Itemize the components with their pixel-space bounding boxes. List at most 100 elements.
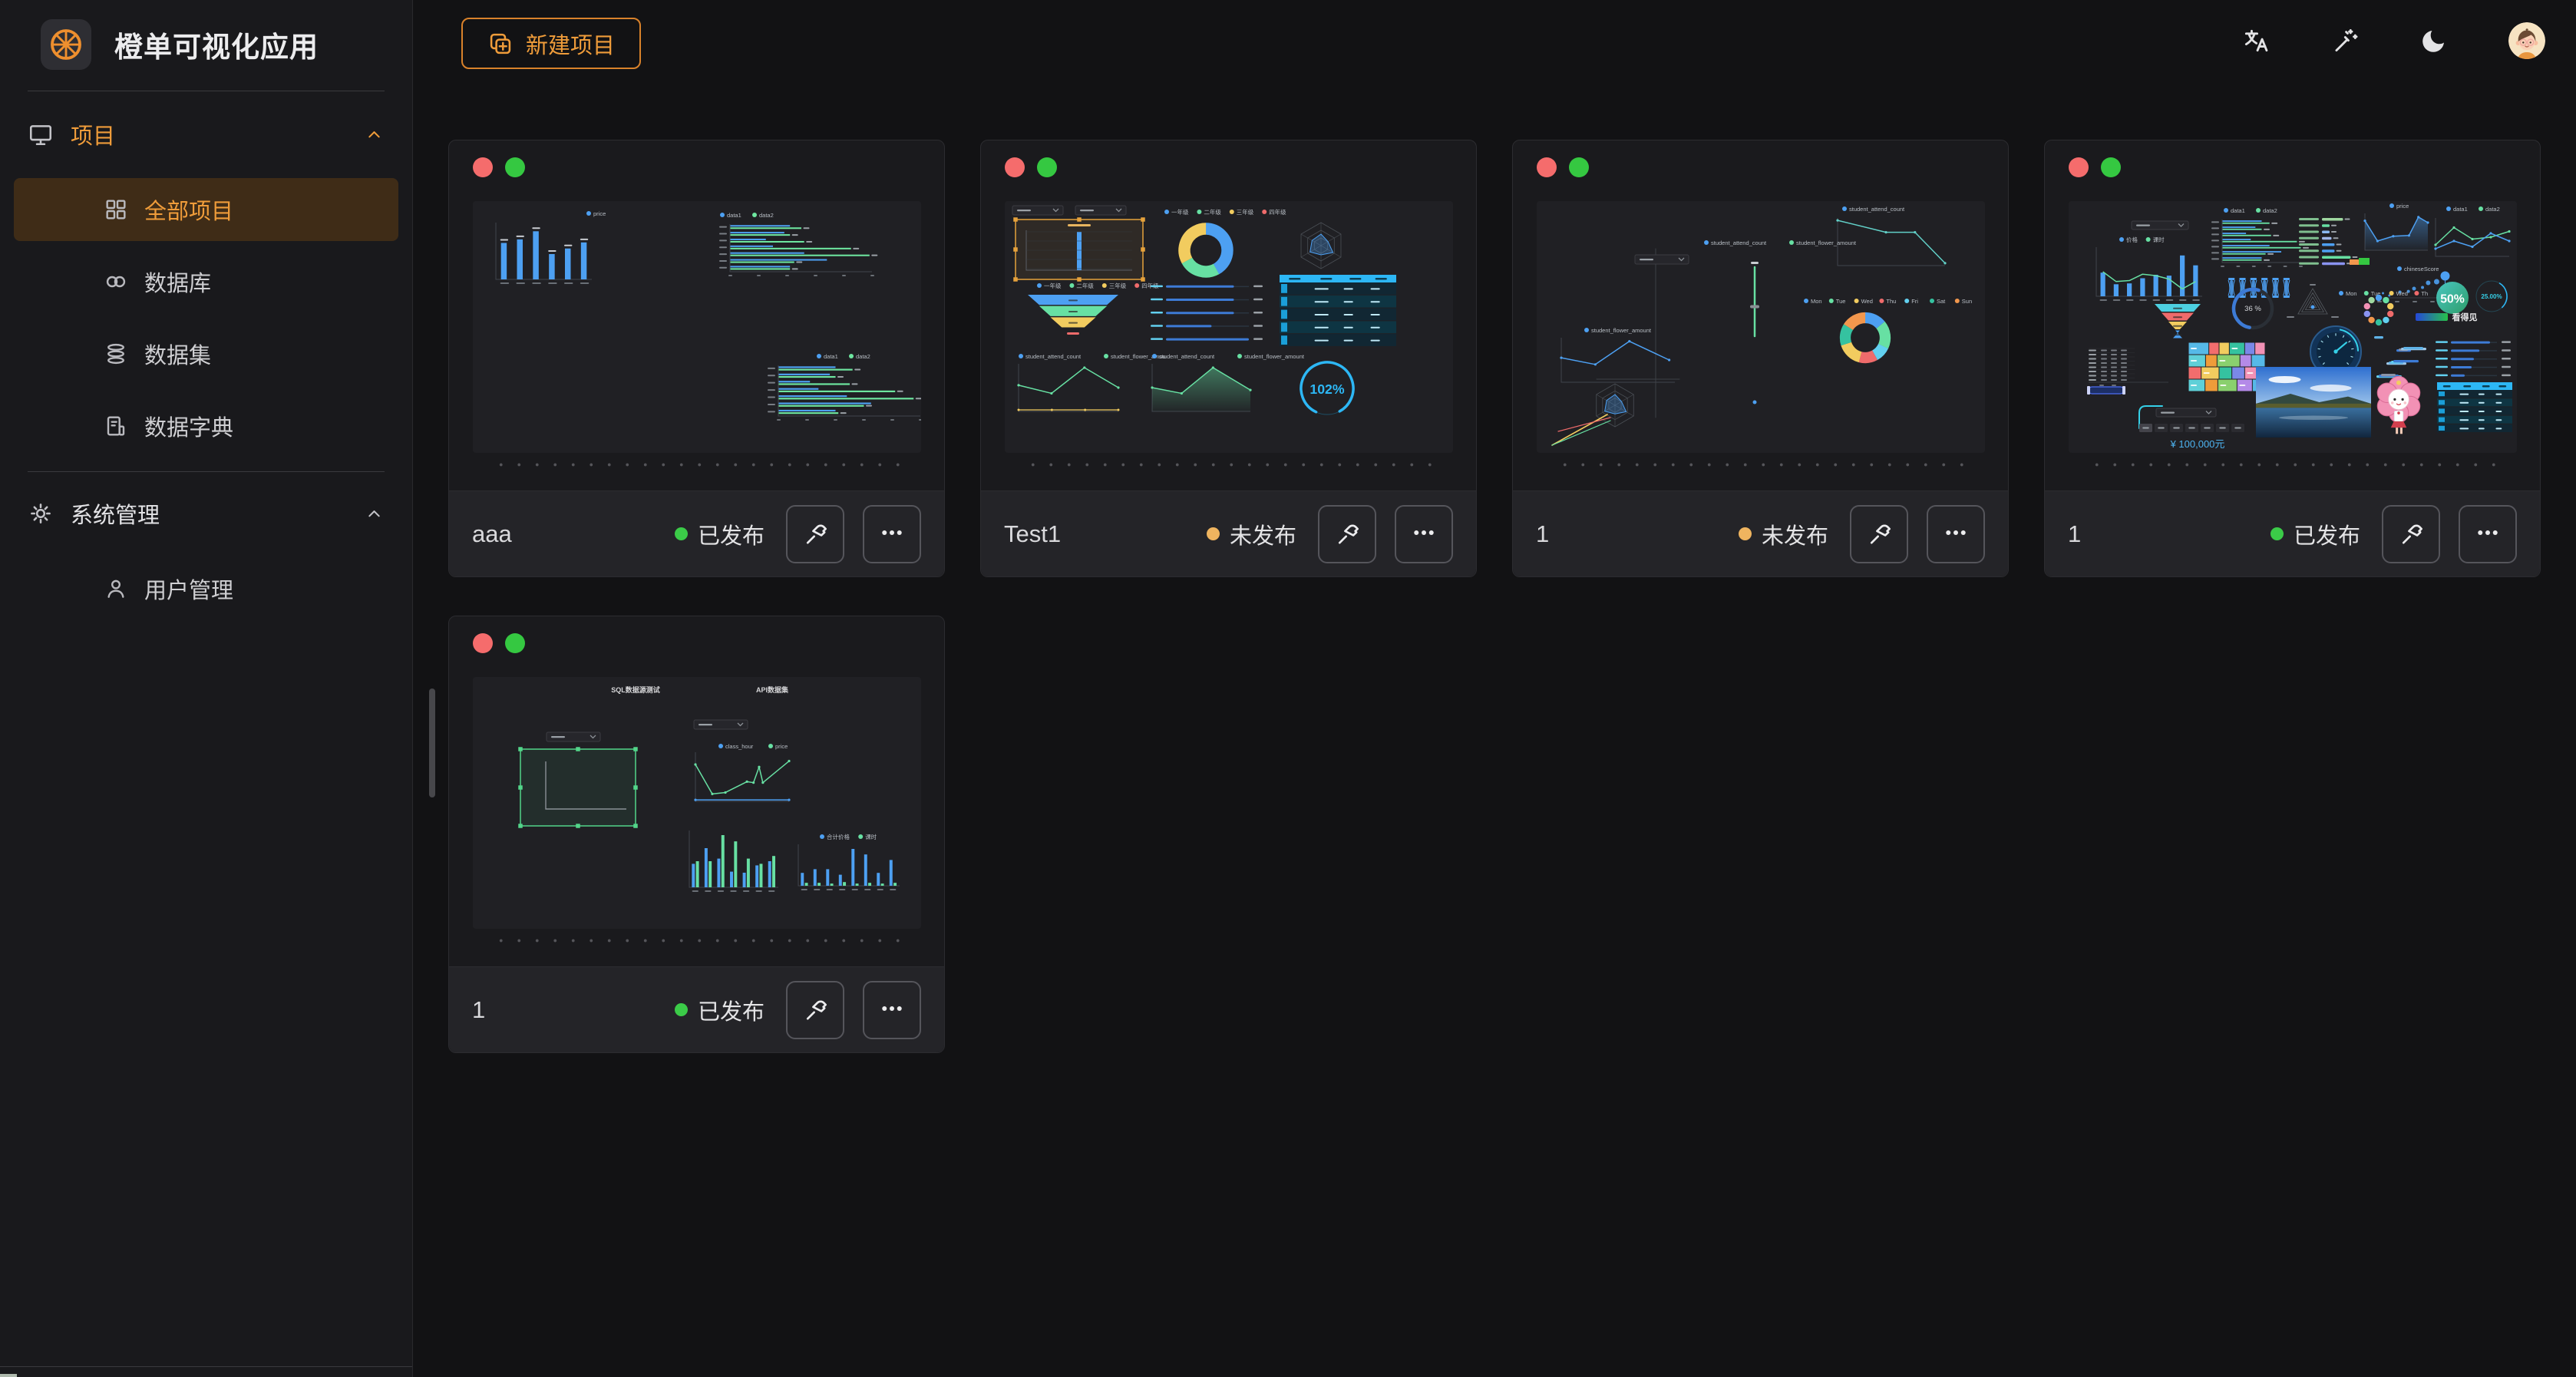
thumbnail-sketch: pricedata1data2data1data2: [473, 201, 921, 453]
project-card[interactable]: SQL数据源测试API数据集class_hourprice合计价格课时1已发布: [448, 616, 945, 1053]
app-header: 橙单可视化应用: [0, 0, 412, 70]
ellipsis-icon: [878, 995, 906, 1025]
new-project-button[interactable]: 新建项目: [461, 18, 641, 69]
svg-text:data1: data1: [824, 353, 838, 360]
status-label: 未发布: [1230, 518, 1296, 550]
edit-project-button[interactable]: [2382, 505, 2440, 563]
card-dot-red: [2069, 157, 2089, 177]
thumbnail-sketch: 一年级二年级三年级四年级一年级二年级三年级四年级student_attend_c…: [1005, 201, 1453, 453]
status-badge: 未发布: [1739, 518, 1828, 550]
status-dot: [675, 527, 688, 540]
svg-text:102%: 102%: [1309, 381, 1344, 397]
svg-text:data2: data2: [2263, 207, 2277, 214]
svg-text:Wed: Wed: [1861, 298, 1873, 305]
sidebar-item-databases[interactable]: 数据库: [14, 250, 398, 313]
edit-project-button[interactable]: [786, 981, 844, 1039]
svg-text:Thu: Thu: [1886, 298, 1896, 305]
svg-text:50%: 50%: [2440, 292, 2465, 305]
svg-text:class_hour: class_hour: [725, 743, 754, 750]
more-actions-button[interactable]: [2459, 505, 2517, 563]
status-dot: [1207, 527, 1220, 540]
thumbnail-sketch: SQL数据源测试API数据集class_hourprice合计价格课时: [473, 677, 921, 929]
svg-text:data2: data2: [2485, 206, 2500, 213]
sidebar-item-all-projects[interactable]: 全部项目: [14, 178, 398, 241]
card-dot-green: [1569, 157, 1589, 177]
project-title: Test1: [1004, 520, 1207, 548]
main-content: 新建项目 pricedata1data2data1data2aaa已发布一年级二…: [414, 0, 2576, 1377]
dark-mode-moon-icon[interactable]: [2419, 26, 2449, 55]
new-project-label: 新建项目: [526, 28, 615, 60]
more-actions-button[interactable]: [863, 981, 921, 1039]
project-thumbnail[interactable]: 一年级二年级三年级四年级一年级二年级三年级四年级student_attend_c…: [1005, 201, 1453, 453]
gear-icon: [28, 500, 54, 527]
status-badge: 已发布: [2271, 518, 2360, 550]
thumbnail-sketch: student_attend_count student_attend_count…: [1537, 201, 1985, 453]
svg-text:student_flower_amount: student_flower_amount: [1244, 353, 1305, 360]
sidebar-item-label: 数据集: [144, 338, 211, 370]
svg-text:Tue: Tue: [1836, 298, 1846, 305]
hammer-icon: [1865, 519, 1893, 549]
sidebar-group-projects[interactable]: 项目: [14, 104, 398, 165]
project-thumbnail[interactable]: pricedata1data2data1data2: [473, 201, 921, 453]
divider: [28, 471, 385, 472]
more-actions-button[interactable]: [863, 505, 921, 563]
project-thumbnail[interactable]: student_attend_count student_attend_count…: [1537, 201, 1985, 453]
svg-text:价格: 价格: [2126, 236, 2138, 243]
project-title: aaa: [472, 520, 675, 548]
svg-text:student_flower_amount: student_flower_amount: [1796, 239, 1857, 246]
sidebar-item-label: 数据字典: [144, 410, 233, 442]
topbar: 新建项目: [414, 0, 2576, 84]
project-title: 1: [2068, 520, 2271, 548]
svg-text:data1: data1: [2453, 206, 2468, 213]
svg-text:Wed: Wed: [2396, 290, 2408, 297]
translate-icon[interactable]: [2241, 26, 2271, 55]
sidebar-item-user-management[interactable]: 用户管理: [14, 557, 398, 620]
svg-text:Th: Th: [2421, 290, 2428, 297]
card-dot-green: [2101, 157, 2121, 177]
edit-project-button[interactable]: [786, 505, 844, 563]
svg-text:student_attend_count: student_attend_count: [1849, 206, 1905, 213]
project-grid: pricedata1data2data1data2aaa已发布一年级二年级三年级…: [414, 84, 2576, 1053]
magic-wand-icon[interactable]: [2330, 26, 2360, 55]
add-project-icon: [487, 31, 514, 57]
database-icon: [104, 342, 128, 366]
svg-text:四年级: 四年级: [1269, 208, 1286, 216]
svg-text:student_attend_count: student_attend_count: [1711, 239, 1767, 246]
project-card[interactable]: pricedata1data2data1data2 aaa 已发布: [448, 140, 945, 577]
thumbnail-sketch: 价格课时data1data2pricedata1data2chineseScor…: [2069, 201, 2517, 453]
ellipsis-icon: [1942, 519, 1970, 549]
svg-text:三年级: 三年级: [1237, 208, 1254, 216]
svg-text:¥ 100,000元: ¥ 100,000元: [2170, 438, 2225, 450]
edit-project-button[interactable]: [1318, 505, 1376, 563]
more-actions-button[interactable]: [1927, 505, 1985, 563]
card-dot-red: [1005, 157, 1025, 177]
project-thumbnail[interactable]: 价格课时data1data2pricedata1data2chineseScor…: [2069, 201, 2517, 453]
sidebar: 橙单可视化应用 项目全部项目数据库数据集数据字典系统管理用户管理: [0, 0, 413, 1377]
status-dot: [1739, 527, 1752, 540]
svg-text:看得见: 看得见: [2452, 312, 2478, 322]
card-footer: aaa 已发布: [449, 490, 944, 576]
status-dot: [2271, 527, 2284, 540]
sidebar-item-data-dictionary[interactable]: 数据字典: [14, 395, 398, 457]
svg-text:price: price: [2396, 203, 2409, 210]
sidebar-group-system-management[interactable]: 系统管理: [14, 483, 398, 544]
svg-text:合计价格: 合计价格: [827, 833, 850, 840]
edit-project-button[interactable]: [1850, 505, 1908, 563]
svg-text:Fri: Fri: [1911, 298, 1918, 305]
status-label: 已发布: [698, 518, 765, 550]
user-avatar[interactable]: [2508, 22, 2545, 59]
sidebar-group-label: 系统管理: [71, 497, 364, 530]
svg-text:三年级: 三年级: [1109, 282, 1127, 289]
project-card[interactable]: student_attend_count student_attend_count…: [1512, 140, 2009, 577]
sidebar-item-datasets[interactable]: 数据集: [14, 322, 398, 385]
status-badge: 已发布: [675, 518, 765, 550]
project-card[interactable]: 一年级二年级三年级四年级一年级二年级三年级四年级student_attend_c…: [980, 140, 1477, 577]
svg-text:Sun: Sun: [1962, 298, 1972, 305]
project-card[interactable]: 价格课时data1data2pricedata1data2chineseScor…: [2044, 140, 2541, 577]
svg-text:student_flower_amount: student_flower_amount: [1591, 327, 1652, 334]
project-thumbnail[interactable]: SQL数据源测试API数据集class_hourprice合计价格课时: [473, 677, 921, 929]
app-title: 橙单可视化应用: [114, 24, 319, 65]
dictionary-icon: [104, 414, 128, 438]
more-actions-button[interactable]: [1395, 505, 1453, 563]
dot-strip: [492, 938, 901, 943]
